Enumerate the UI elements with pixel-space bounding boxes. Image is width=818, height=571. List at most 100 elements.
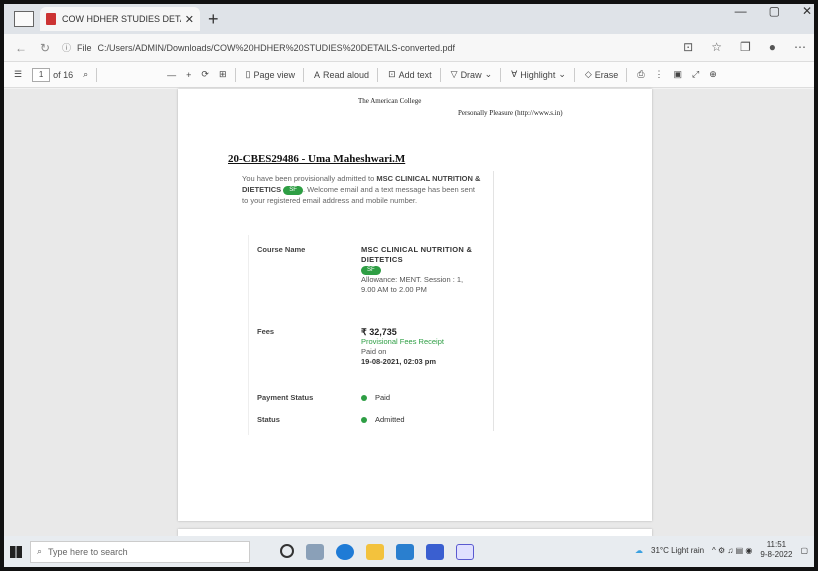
browser-tab[interactable]: COW HDHER STUDIES DETAILS ✕ — [40, 7, 200, 31]
app-icon[interactable] — [456, 543, 474, 560]
divider — [96, 67, 98, 82]
zoom-out-icon[interactable]: — — [167, 70, 176, 80]
workspaces-icon[interactable] — [14, 11, 34, 27]
rotate-icon[interactable]: ⟳ — [201, 69, 209, 80]
erase-button[interactable]: ◇ Erase — [585, 69, 618, 80]
divider — [626, 67, 628, 82]
admission-message: You have been provisionally admitted to … — [242, 173, 482, 206]
status-value: Admitted — [361, 415, 477, 425]
pdf-icon — [46, 13, 56, 25]
page-number: 1 of 16 — [32, 67, 74, 82]
zoom-in-icon[interactable]: + — [186, 70, 191, 80]
course-name: MSC CLINICAL NUTRITION & DIETETICS — [361, 245, 473, 264]
favorite-icon[interactable]: ☆ — [711, 40, 722, 54]
clock-date: 9-8-2022 — [760, 550, 793, 559]
weather-text[interactable]: 31°C Light rain — [651, 546, 704, 555]
collections-icon[interactable]: ❐ — [740, 40, 751, 54]
add-text-button[interactable]: ⊡ Add text — [388, 69, 432, 80]
course-detail: Allowance: MENT. Session : 1, 9.00 AM to… — [361, 275, 464, 294]
file-explorer-icon[interactable] — [366, 543, 384, 560]
status-dot-icon — [361, 417, 367, 424]
search-icon: ⌕ — [37, 546, 43, 556]
page-view-label: Page view — [253, 69, 295, 80]
admission-card: Course Name MSC CLINICAL NUTRITION & DIE… — [248, 235, 480, 435]
clock[interactable]: 11:51 9-8-2022 — [760, 540, 792, 560]
new-tab-button[interactable]: + — [208, 10, 219, 28]
window-controls: — ▢ ✕ — [735, 4, 812, 18]
page-total: of 16 — [53, 69, 74, 80]
fit-icon[interactable]: ⊞ — [219, 69, 227, 80]
minimize-icon[interactable]: — — [735, 4, 747, 18]
print-icon[interactable]: ⎙ — [637, 69, 644, 80]
paid-label: Paid on — [361, 347, 387, 356]
status-text: Admitted — [375, 415, 405, 424]
pdf-toolbar: ☰ 1 of 16 ⌕ — + ⟳ ⊞ ▯ Page view A Read alo… — [4, 62, 814, 88]
close-tab-icon[interactable]: ✕ — [185, 13, 194, 26]
page-view-button[interactable]: ▯ Page view — [246, 69, 295, 80]
page-input[interactable]: 1 — [32, 67, 51, 82]
highlight-icon: ∀ — [511, 69, 518, 79]
windows-taskbar: ⌕ Type here to search ☁ 31°C Light rain … — [4, 536, 814, 567]
message-text: You have been provisionally admitted to — [242, 174, 377, 183]
draw-label: Draw — [460, 69, 482, 80]
payment-status-text: Paid — [375, 393, 391, 402]
fee-receipt-link[interactable]: Provisional Fees Receipt — [361, 337, 477, 347]
clock-time: 11:51 — [766, 540, 787, 549]
read-view-icon[interactable]: ⊡ — [683, 40, 693, 54]
highlight-button[interactable]: ∀ Highlight ⌄ — [511, 69, 566, 80]
info-icon: ⓘ — [62, 43, 72, 53]
pdf-page: The American College Personally Pleasure… — [178, 89, 652, 521]
course-value: MSC CLINICAL NUTRITION & DIETETICS SF Al… — [361, 245, 477, 295]
save-icon[interactable]: ▣ — [674, 69, 683, 80]
system-tray: ☁ 31°C Light rain ^ ⚙ ♫ ▤ ◉ 11:51 9-8-20… — [635, 540, 808, 560]
back-icon[interactable]: ← — [14, 41, 28, 55]
pdf-viewer[interactable]: The American College Personally Pleasure… — [4, 89, 814, 537]
read-aloud-icon: A — [314, 69, 321, 80]
fee-amount: ₹ 32,735 — [361, 327, 397, 337]
contents-icon[interactable]: ☰ — [14, 69, 22, 80]
pin-icon[interactable]: ⊕ — [709, 69, 717, 80]
task-view-icon[interactable] — [306, 543, 324, 560]
course-badge: SF — [361, 265, 381, 275]
divider — [573, 67, 575, 82]
find-icon[interactable]: ⌕ — [83, 69, 88, 80]
admission-screenshot: You have been provisionally admitted to … — [234, 171, 494, 435]
page-view-icon: ▯ — [245, 69, 251, 79]
erase-label: Erase — [594, 69, 619, 80]
eraser-icon: ◇ — [584, 69, 592, 79]
course-key: Course Name — [257, 245, 306, 254]
fees-key: Fees — [257, 327, 275, 336]
edge-icon[interactable] — [336, 543, 354, 560]
maximize-icon[interactable]: ▢ — [769, 4, 780, 18]
settings-icon[interactable]: ⋮ — [655, 69, 664, 80]
college-name: The American College — [358, 97, 422, 105]
notification-icon[interactable]: ▢ — [800, 546, 808, 555]
search-placeholder: Type here to search — [48, 546, 128, 557]
cortana-icon[interactable] — [280, 543, 294, 558]
taskbar-search[interactable]: ⌕ Type here to search — [30, 540, 250, 563]
draw-button[interactable]: ▽ Draw ⌄ — [451, 69, 492, 80]
read-aloud-label: Read aloud — [323, 69, 370, 80]
store-icon[interactable] — [396, 543, 414, 560]
url-field[interactable]: ⓘ File C:/Users/ADMIN/Downloads/COW%20HD… — [62, 38, 482, 58]
divider — [500, 67, 502, 82]
status-dot-icon — [361, 395, 367, 402]
address-bar-actions: ⊡ ☆ ❐ ● ⋯ — [683, 40, 806, 54]
more-icon[interactable]: ⋯ — [794, 40, 806, 54]
profile-icon[interactable]: ● — [769, 40, 776, 54]
add-text-label: Add text — [398, 69, 432, 80]
draw-icon: ▽ — [450, 69, 458, 79]
highlight-label: Highlight — [520, 69, 556, 80]
paid-date: 19-08-2021, 02:03 pm — [361, 357, 437, 366]
taskbar-apps — [280, 543, 474, 560]
refresh-icon[interactable]: ↻ — [38, 41, 52, 55]
tray-icons[interactable]: ^ ⚙ ♫ ▤ ◉ — [712, 546, 752, 555]
read-aloud-button[interactable]: A Read aloud — [314, 70, 369, 80]
expand-icon[interactable]: ⤢ — [692, 69, 699, 80]
close-window-icon[interactable]: ✕ — [802, 4, 812, 18]
tab-title: COW HDHER STUDIES DETAILS — [62, 14, 181, 24]
divider — [439, 67, 441, 82]
windows-start-icon[interactable] — [10, 545, 22, 558]
teams-icon[interactable] — [426, 543, 444, 560]
browser-tab-bar: COW HDHER STUDIES DETAILS ✕ + — [4, 4, 814, 34]
